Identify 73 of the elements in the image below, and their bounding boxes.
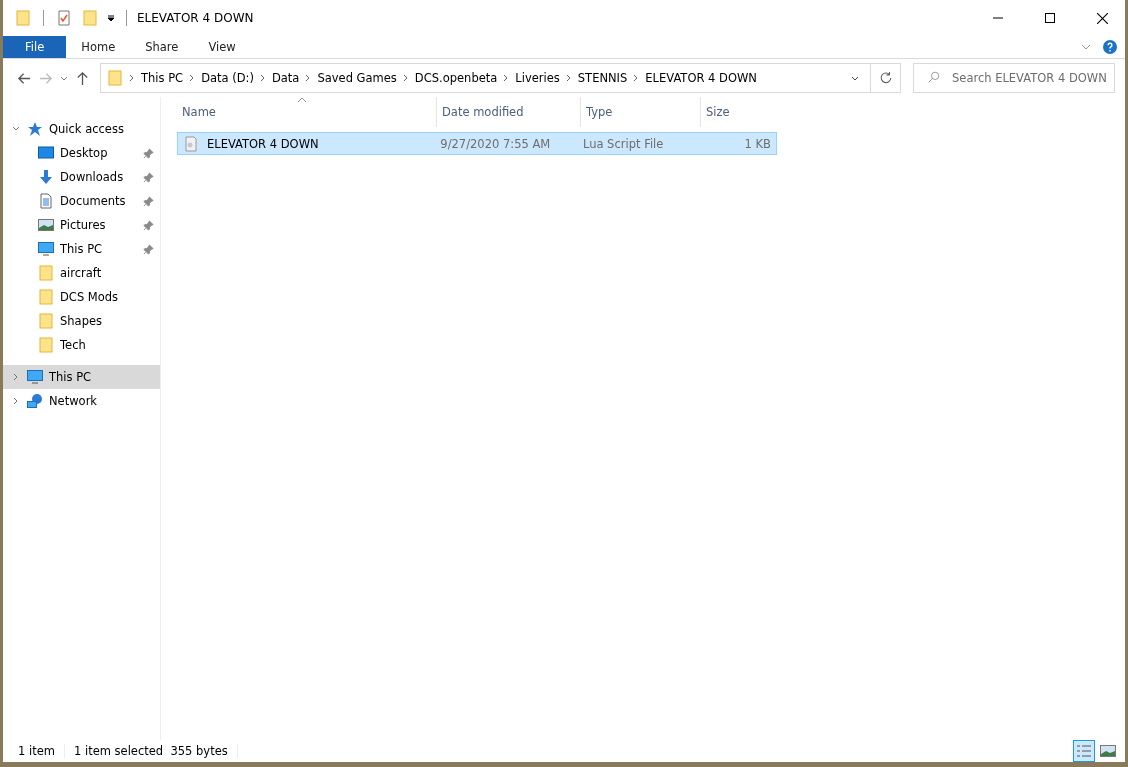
window-title: ELEVATOR 4 DOWN [137, 11, 254, 25]
nav-item[interactable]: Desktop [3, 141, 160, 165]
ribbon-tab[interactable]: File [3, 36, 67, 58]
desktop-icon [38, 145, 54, 161]
ribbon-tab[interactable]: Share [130, 36, 194, 58]
maximize-icon [1045, 13, 1055, 23]
breadcrumb-item[interactable]: Data [271, 71, 300, 85]
file-type: Lua Script File [581, 136, 665, 151]
dropdown-caret-icon[interactable] [106, 13, 116, 23]
folder-icon [38, 337, 54, 353]
nav-item[interactable]: This PC [3, 237, 160, 261]
document-icon [38, 193, 54, 209]
chevron-right-icon [503, 74, 510, 82]
chevron-right-icon [189, 74, 196, 82]
refresh-icon [878, 71, 893, 85]
nav-item[interactable]: aircraft [3, 261, 160, 285]
nav-item[interactable]: Quick access [3, 117, 160, 141]
computer-monitor-icon [27, 369, 43, 385]
selection-info: 1 item selected 355 bytes [73, 744, 228, 758]
refresh-button[interactable] [871, 63, 901, 93]
network-icon [27, 393, 43, 409]
item-count: 1 item [18, 744, 55, 758]
nav-item[interactable]: DCS Mods [3, 285, 160, 309]
picture-icon [1100, 743, 1116, 759]
chevron-right-icon [402, 74, 409, 82]
breadcrumb-item[interactable]: Liveries [515, 71, 560, 85]
sort-ascending-icon [297, 97, 307, 103]
search-icon [927, 71, 940, 84]
breadcrumb-item[interactable]: Data (D:) [201, 71, 254, 85]
chevron-right-icon [565, 74, 572, 82]
nav-item[interactable]: Shapes [3, 309, 160, 333]
breadcrumb-item[interactable]: Saved Games [317, 71, 397, 85]
breadcrumb-item[interactable]: ELEVATOR 4 DOWN [645, 71, 757, 85]
star-icon [27, 121, 43, 137]
file-size: 1 KB [743, 136, 772, 151]
nav-item[interactable]: Documents [3, 189, 160, 213]
file-row[interactable]: ELEVATOR 4 DOWN 9/27/2020 7:55 AM Lua Script File 1 KB [177, 132, 777, 155]
column-header[interactable]: Size [701, 97, 781, 127]
file-name: ELEVATOR 4 DOWN [207, 136, 319, 151]
properties-check-icon[interactable] [56, 10, 72, 26]
ribbon-tab[interactable]: Home [66, 36, 131, 58]
nav-item[interactable]: Network [3, 389, 160, 413]
breadcrumb-item[interactable]: STENNIS [577, 71, 628, 85]
date-modified: 9/27/2020 7:55 AM [439, 136, 552, 151]
address-bar[interactable]: This PC Data (D:) Data Saved Games DCS.openbeta Liveries STENNIS ELEVATOR 4 DOWN [100, 63, 871, 93]
computer-monitor-icon [38, 241, 54, 257]
details-list-icon [1076, 743, 1092, 759]
ribbon-tab[interactable]: View [193, 36, 251, 58]
breadcrumb-item[interactable]: This PC [141, 71, 184, 85]
nav-item[interactable]: Pictures [3, 213, 160, 237]
column-header[interactable]: Name [177, 97, 437, 127]
up-arrow-icon[interactable] [75, 70, 90, 86]
breadcrumb-item[interactable]: DCS.openbeta [414, 71, 498, 85]
folder-icon [38, 313, 54, 329]
nav-item[interactable]: Tech [3, 333, 160, 357]
folder-icon [38, 265, 54, 281]
chevron-right-icon [259, 74, 266, 82]
script-file-icon [183, 135, 199, 152]
column-header[interactable]: Type [581, 97, 701, 127]
details-view-button[interactable] [1073, 740, 1095, 762]
column-header[interactable]: Date modified [437, 97, 581, 127]
nav-item[interactable]: Downloads [3, 165, 160, 189]
download-arrow-icon [38, 169, 54, 185]
folder-icon [38, 289, 54, 305]
help-icon[interactable] [1103, 40, 1117, 54]
chevron-right-icon [305, 74, 312, 82]
folder-icon [107, 70, 123, 86]
nav-item[interactable]: This PC [3, 365, 160, 389]
chevron-right-icon [129, 74, 135, 82]
chevron-right-icon [633, 74, 640, 82]
close-icon [1096, 12, 1108, 24]
picture-icon [38, 217, 54, 233]
search-field[interactable]: Search ELEVATOR 4 DOWN [913, 63, 1115, 93]
